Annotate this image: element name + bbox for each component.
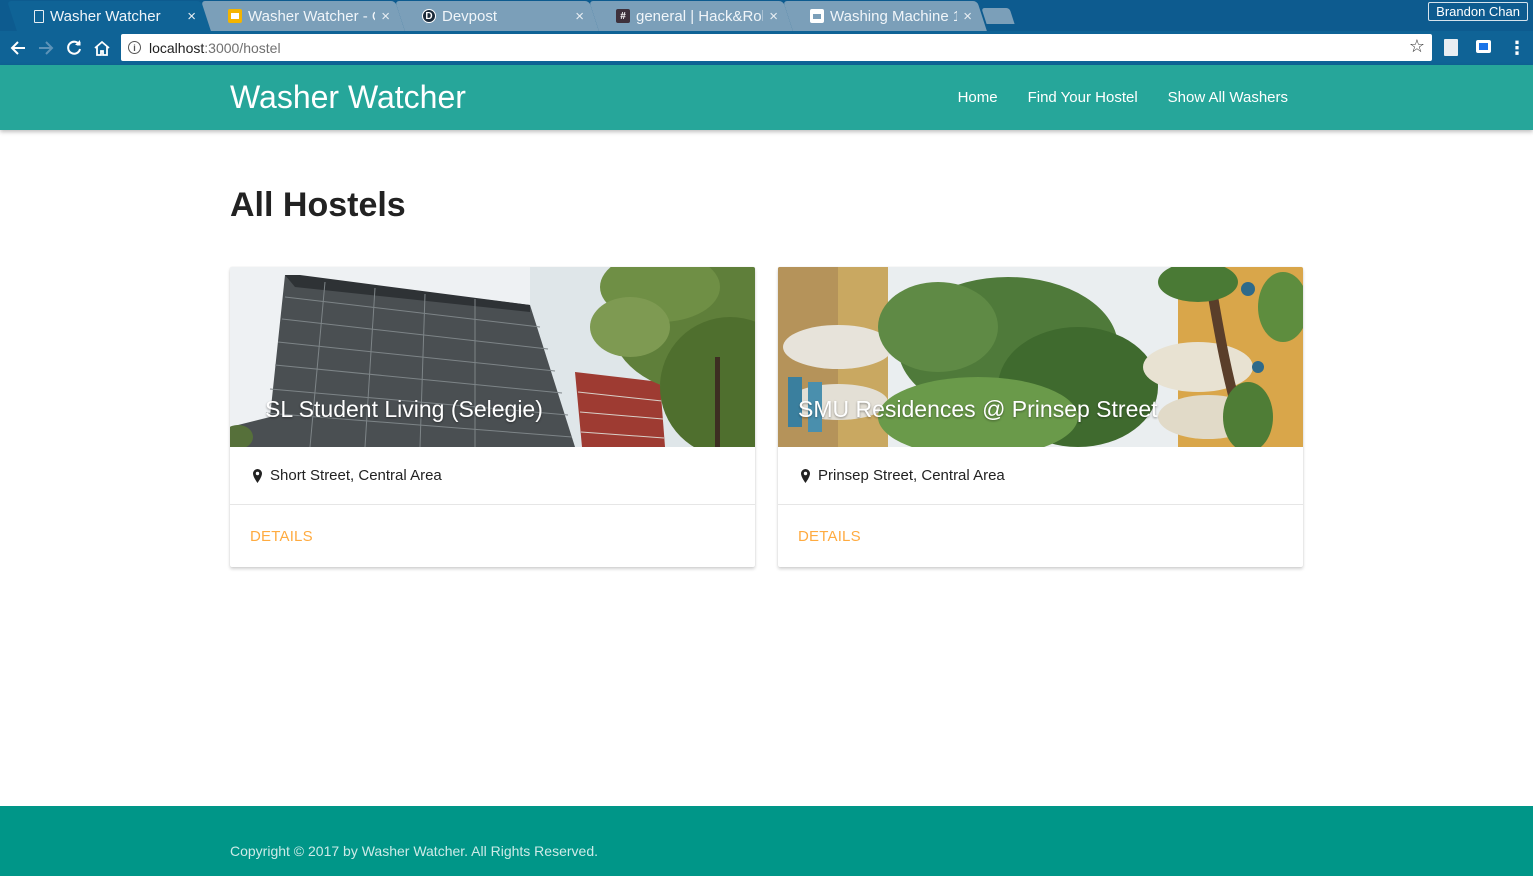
- hostel-title: SL Student Living (Selegie): [265, 396, 543, 422]
- nav-link-home[interactable]: Home: [943, 89, 1013, 106]
- page-title: All Hostels: [230, 186, 406, 224]
- slides-icon: [228, 9, 242, 23]
- extension-icon[interactable]: [1476, 40, 1491, 53]
- copyright-text: Copyright © 2017 by Washer Watcher. All …: [230, 843, 598, 859]
- tab-title: Devpost: [442, 7, 498, 25]
- tab-title: Washing Machine 1: [830, 7, 958, 25]
- address-bar[interactable]: i localhost:3000/hostel ☆: [121, 34, 1432, 61]
- card-action: DETAILS: [230, 505, 755, 567]
- details-link[interactable]: DETAILS: [250, 528, 313, 545]
- details-link[interactable]: DETAILS: [798, 528, 861, 545]
- location-pin-icon: [253, 468, 262, 483]
- nav-link-show-washers[interactable]: Show All Washers: [1153, 89, 1303, 106]
- forward-arrow-icon[interactable]: [35, 37, 57, 59]
- back-arrow-icon[interactable]: [7, 37, 29, 59]
- hostel-location: Prinsep Street, Central Area: [818, 467, 1005, 484]
- hostel-location: Short Street, Central Area: [270, 467, 442, 484]
- slack-icon: #: [616, 9, 630, 23]
- brand-logo[interactable]: Washer Watcher: [230, 79, 466, 116]
- url-path: :3000/hostel: [204, 39, 281, 56]
- close-icon[interactable]: ×: [381, 8, 390, 25]
- home-icon[interactable]: [91, 37, 113, 59]
- browser-tab-washer-watcher[interactable]: Washer Watcher ×: [7, 1, 211, 31]
- url-host: localhost: [149, 39, 205, 56]
- profile-button[interactable]: Brandon Chan: [1428, 2, 1528, 21]
- close-icon[interactable]: ×: [187, 8, 196, 25]
- hostel-title: SMU Residences @ Prinsep Street: [798, 396, 1158, 422]
- close-icon[interactable]: ×: [769, 8, 778, 25]
- hostel-card: SL Student Living (Selegie) Short Street…: [230, 267, 755, 567]
- browser-tab-washing-machine[interactable]: Washing Machine 1 ×: [783, 1, 987, 31]
- close-icon[interactable]: ×: [575, 8, 584, 25]
- close-icon[interactable]: ×: [963, 8, 972, 25]
- url-text: localhost:3000/hostel: [149, 40, 281, 56]
- hostel-image: SMU Residences @ Prinsep Street: [778, 267, 1303, 447]
- document-icon: [34, 9, 44, 23]
- info-icon[interactable]: i: [128, 41, 141, 54]
- bookmark-star-icon[interactable]: ☆: [1409, 36, 1425, 57]
- devpost-icon: D: [422, 9, 436, 23]
- hostel-card: SMU Residences @ Prinsep Street Prinsep …: [778, 267, 1303, 567]
- nav-links: Home Find Your Hostel Show All Washers: [943, 65, 1303, 130]
- browser-tab-slack[interactable]: # general | Hack&Roll ×: [589, 1, 793, 31]
- location-pin-icon: [801, 468, 810, 483]
- tab-title: general | Hack&Roll: [636, 7, 764, 25]
- tab-title: Washer Watcher: [50, 7, 161, 25]
- browser-tab-devpost[interactable]: D Devpost ×: [395, 1, 599, 31]
- card-action: DETAILS: [778, 505, 1303, 567]
- browser-menu-icon[interactable]: ⋮: [1508, 37, 1526, 59]
- tab-title: Washer Watcher - G: [248, 7, 376, 25]
- footer: Copyright © 2017 by Washer Watcher. All …: [0, 806, 1533, 876]
- hostel-image: SL Student Living (Selegie): [230, 267, 755, 447]
- new-tab-button[interactable]: [981, 8, 1015, 24]
- navbar: Washer Watcher Home Find Your Hostel Sho…: [0, 65, 1533, 130]
- chat-icon: [810, 9, 824, 23]
- reload-icon[interactable]: [63, 37, 85, 59]
- card-content: Short Street, Central Area: [230, 447, 755, 505]
- browser-tab-slides[interactable]: Washer Watcher - G ×: [201, 1, 405, 31]
- browser-toolbar: i localhost:3000/hostel ☆ ⋮: [0, 31, 1533, 65]
- docs-extension-icon[interactable]: [1444, 39, 1458, 56]
- nav-link-find-hostel[interactable]: Find Your Hostel: [1013, 89, 1153, 106]
- browser-tab-strip: Washer Watcher × Washer Watcher - G × D …: [0, 0, 1533, 31]
- card-content: Prinsep Street, Central Area: [778, 447, 1303, 505]
